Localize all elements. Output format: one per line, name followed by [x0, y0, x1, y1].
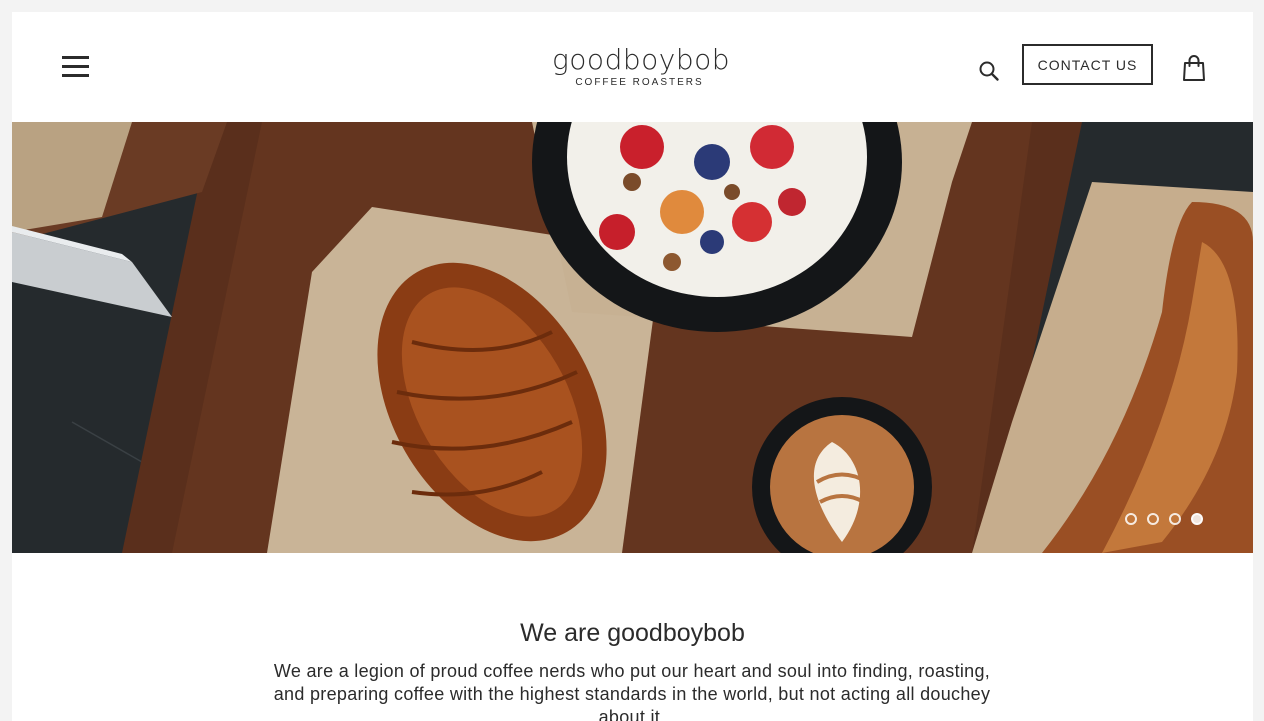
carousel-pagination	[1125, 513, 1203, 525]
intro-paragraph: We are a legion of proud coffee nerds wh…	[273, 661, 991, 721]
intro-heading: We are goodboybob	[520, 619, 745, 647]
carousel-dot-active[interactable]	[1191, 513, 1203, 525]
hero-carousel	[12, 122, 1253, 553]
logo-tagline: COFFEE ROASTERS	[575, 77, 704, 88]
carousel-dot[interactable]	[1125, 513, 1137, 525]
page-frame: goodboybob COFFEE ROASTERS CONTACT US We…	[12, 12, 1253, 721]
carousel-dot[interactable]	[1169, 513, 1181, 525]
logo-wordmark: goodboybob	[552, 43, 730, 76]
search-icon[interactable]	[978, 60, 1000, 82]
hero-image	[12, 122, 1253, 553]
hamburger-menu-icon[interactable]	[62, 56, 90, 78]
contact-us-button[interactable]: CONTACT US	[1022, 44, 1153, 85]
carousel-dot[interactable]	[1147, 513, 1159, 525]
site-logo[interactable]: goodboybob COFFEE ROASTERS	[552, 43, 730, 89]
site-header: goodboybob COFFEE ROASTERS CONTACT US	[12, 12, 1253, 122]
shopping-bag-icon[interactable]	[1182, 54, 1206, 82]
